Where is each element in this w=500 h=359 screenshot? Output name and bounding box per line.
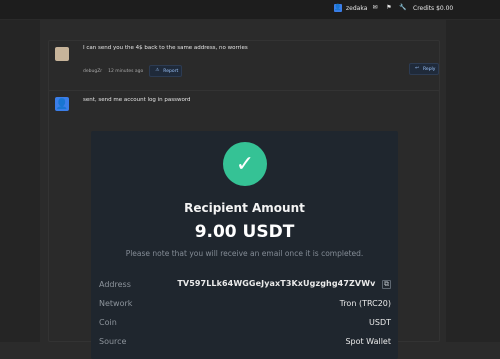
detail-row-network: Network Tron (TRC20) — [99, 296, 391, 310]
payment-receipt-image: ✓ Recipient Amount 9.00 USDT Please note… — [91, 131, 398, 359]
post-time: 12 minutes ago — [108, 68, 144, 74]
reply-button[interactable]: ↩ Reply — [409, 63, 440, 75]
post-meta: debugZr 12 minutes ago ⚠ Report — [83, 65, 183, 77]
detail-value: USDT — [369, 317, 391, 327]
detail-value: TV597LLk64WGGeJyaxT3KxUgzghg47ZVWv ⧉ — [177, 279, 391, 289]
author-name[interactable]: debugZr — [83, 69, 102, 74]
thread: I can send you the 4$ back to the same a… — [40, 20, 446, 359]
warning-icon: ⚠ — [155, 67, 160, 73]
note: Please note that you will receive an ema… — [125, 249, 364, 258]
user-menu[interactable]: 👤 zedaka — [334, 4, 367, 12]
post-text: sent, send me account log in password — [83, 97, 191, 103]
author-avatar[interactable] — [55, 47, 69, 61]
detail-key: Source — [99, 336, 127, 346]
mail-icon[interactable]: ✉ — [371, 4, 379, 12]
detail-value: Tron (TRC20) — [339, 298, 391, 308]
detail-row-coin: Coin USDT — [99, 315, 391, 329]
detail-value: Spot Wallet — [345, 336, 391, 346]
amount: 9.00 USDT — [194, 222, 295, 242]
detail-row-address: Address TV597LLk64WGGeJyaxT3KxUgzghg47ZV… — [99, 277, 391, 291]
detail-key: Address — [99, 279, 131, 289]
right-gutter — [446, 20, 500, 342]
detail-row-source: Source Spot Wallet — [99, 334, 391, 348]
reply-icon: ↩ — [415, 65, 419, 71]
post-text: I can send you the 4$ back to the same a… — [83, 45, 248, 51]
recipient-label: Recipient Amount — [184, 201, 305, 215]
post-1: I can send you the 4$ back to the same a… — [48, 40, 440, 96]
user-avatar-icon: 👤 — [334, 4, 342, 12]
flag-icon[interactable]: ⚑ — [385, 4, 393, 12]
left-gutter — [0, 20, 40, 342]
reply-label: Reply — [423, 66, 436, 72]
wrench-icon[interactable]: 🔧 — [399, 4, 407, 12]
topbar: 👤 zedaka ✉ ⚑ 🔧 Credits $0.00 — [0, 0, 500, 20]
post-2: 👤 sent, send me account log in password … — [48, 90, 440, 359]
username: zedaka — [346, 4, 368, 12]
address-value: TV597LLk64WGGeJyaxT3KxUgzghg47ZVWv — [177, 279, 376, 288]
detail-key: Network — [99, 298, 133, 308]
credits-label[interactable]: Credits $0.00 — [413, 5, 453, 12]
report-button[interactable]: ⚠ Report — [149, 65, 183, 77]
author-avatar[interactable]: 👤 — [55, 97, 69, 111]
topbar-actions: ✉ ⚑ 🔧 Credits $0.00 — [371, 4, 453, 12]
copy-icon[interactable]: ⧉ — [382, 280, 391, 289]
detail-key: Coin — [99, 317, 117, 327]
check-icon: ✓ — [223, 142, 267, 186]
report-label: Report — [163, 68, 179, 74]
